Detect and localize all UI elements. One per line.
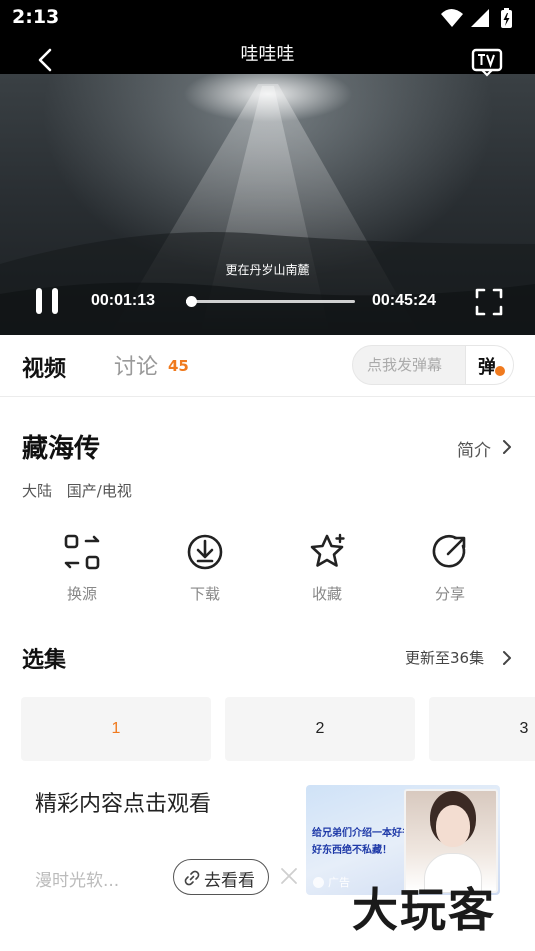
ad-cta-button[interactable]: 去看看 — [173, 859, 269, 895]
show-category: 国产/电视 — [66, 482, 132, 500]
current-time: 00:01:13 — [91, 292, 156, 309]
danmaku-input[interactable] — [353, 346, 465, 384]
switch-source-label: 换源 — [66, 585, 97, 603]
danmaku-toggle-label: 弹 — [478, 357, 496, 378]
status-time: 2:13 — [12, 6, 60, 28]
episodes-title: 选集 — [22, 648, 67, 673]
cast-tv-button[interactable] — [470, 46, 504, 78]
tab-video[interactable]: 视频 — [22, 351, 66, 383]
ad-photo-face — [436, 805, 470, 847]
player-controls: 00:01:13 00:45:24 — [0, 282, 535, 322]
show-title: 藏海传 — [22, 434, 101, 464]
chevron-right-icon[interactable] — [500, 438, 514, 456]
status-icons — [441, 8, 512, 28]
player-top-bar: 哇哇哇 — [0, 36, 535, 78]
favorite-button[interactable]: 收藏 — [287, 532, 367, 608]
ad-cta-label: 去看看 — [204, 871, 255, 891]
signal-icon — [471, 9, 489, 27]
episodes-update-link[interactable]: 更新至36集 — [405, 647, 484, 668]
share-label: 分享 — [434, 585, 465, 603]
danmaku-enabled-icon — [494, 365, 506, 377]
chevron-right-icon[interactable] — [500, 649, 514, 667]
favorite-label: 收藏 — [311, 585, 342, 603]
pause-icon-bar-left — [36, 288, 42, 314]
danmaku-bar: 弹 — [352, 345, 514, 385]
tab-discuss[interactable]: 讨论 — [114, 349, 158, 381]
episode-item[interactable]: 1 — [21, 697, 211, 761]
battery-charging-icon — [501, 8, 512, 28]
status-bar: 2:13 — [0, 0, 535, 36]
switch-source-button[interactable]: 换源 — [42, 532, 122, 608]
content-tabs: 视频 讨论 45 弹 — [0, 335, 535, 397]
download-button[interactable]: 下载 — [165, 532, 245, 608]
watermark: 大玩客 — [352, 883, 496, 937]
link-icon — [184, 870, 200, 886]
video-player[interactable]: 2:13 哇哇哇 更在丹岁山南麓 00:01:13 00:45:24 — [0, 0, 535, 335]
action-row: 换源 下载 收藏 分享 — [0, 532, 535, 612]
star-icon — [310, 533, 345, 567]
fullscreen-button[interactable] — [474, 287, 504, 317]
close-icon[interactable] — [279, 866, 299, 886]
progress-thumb[interactable] — [185, 296, 197, 307]
episode-item[interactable]: 3 — [429, 697, 535, 761]
danmaku-toggle-button[interactable]: 弹 — [465, 346, 513, 384]
tv-cast-icon — [471, 48, 503, 77]
wifi-icon — [441, 9, 463, 27]
download-label: 下载 — [189, 585, 220, 603]
discuss-count-badge: 45 — [168, 357, 189, 375]
fullscreen-icon — [475, 288, 503, 316]
total-time: 00:45:24 — [372, 292, 437, 309]
ad-headline[interactable]: 精彩内容点击观看 — [35, 786, 211, 818]
video-subtitle: 更在丹岁山南麓 — [225, 263, 310, 277]
episode-list: 1 2 3 — [0, 697, 535, 762]
ad-source: 漫时光软... — [35, 871, 120, 891]
switch-source-icon — [64, 534, 100, 570]
share-button[interactable]: 分享 — [410, 532, 490, 608]
episode-item[interactable]: 2 — [225, 697, 415, 761]
pause-icon-bar-right — [52, 288, 58, 314]
show-meta: 大陆 国产/电视 — [22, 480, 132, 501]
download-icon — [187, 534, 223, 570]
progress-bar[interactable] — [185, 296, 355, 307]
show-region: 大陆 — [22, 482, 53, 500]
pause-button[interactable] — [32, 288, 62, 316]
share-icon — [432, 534, 466, 568]
intro-link[interactable]: 简介 — [457, 436, 491, 461]
video-title: 哇哇哇 — [240, 44, 295, 65]
